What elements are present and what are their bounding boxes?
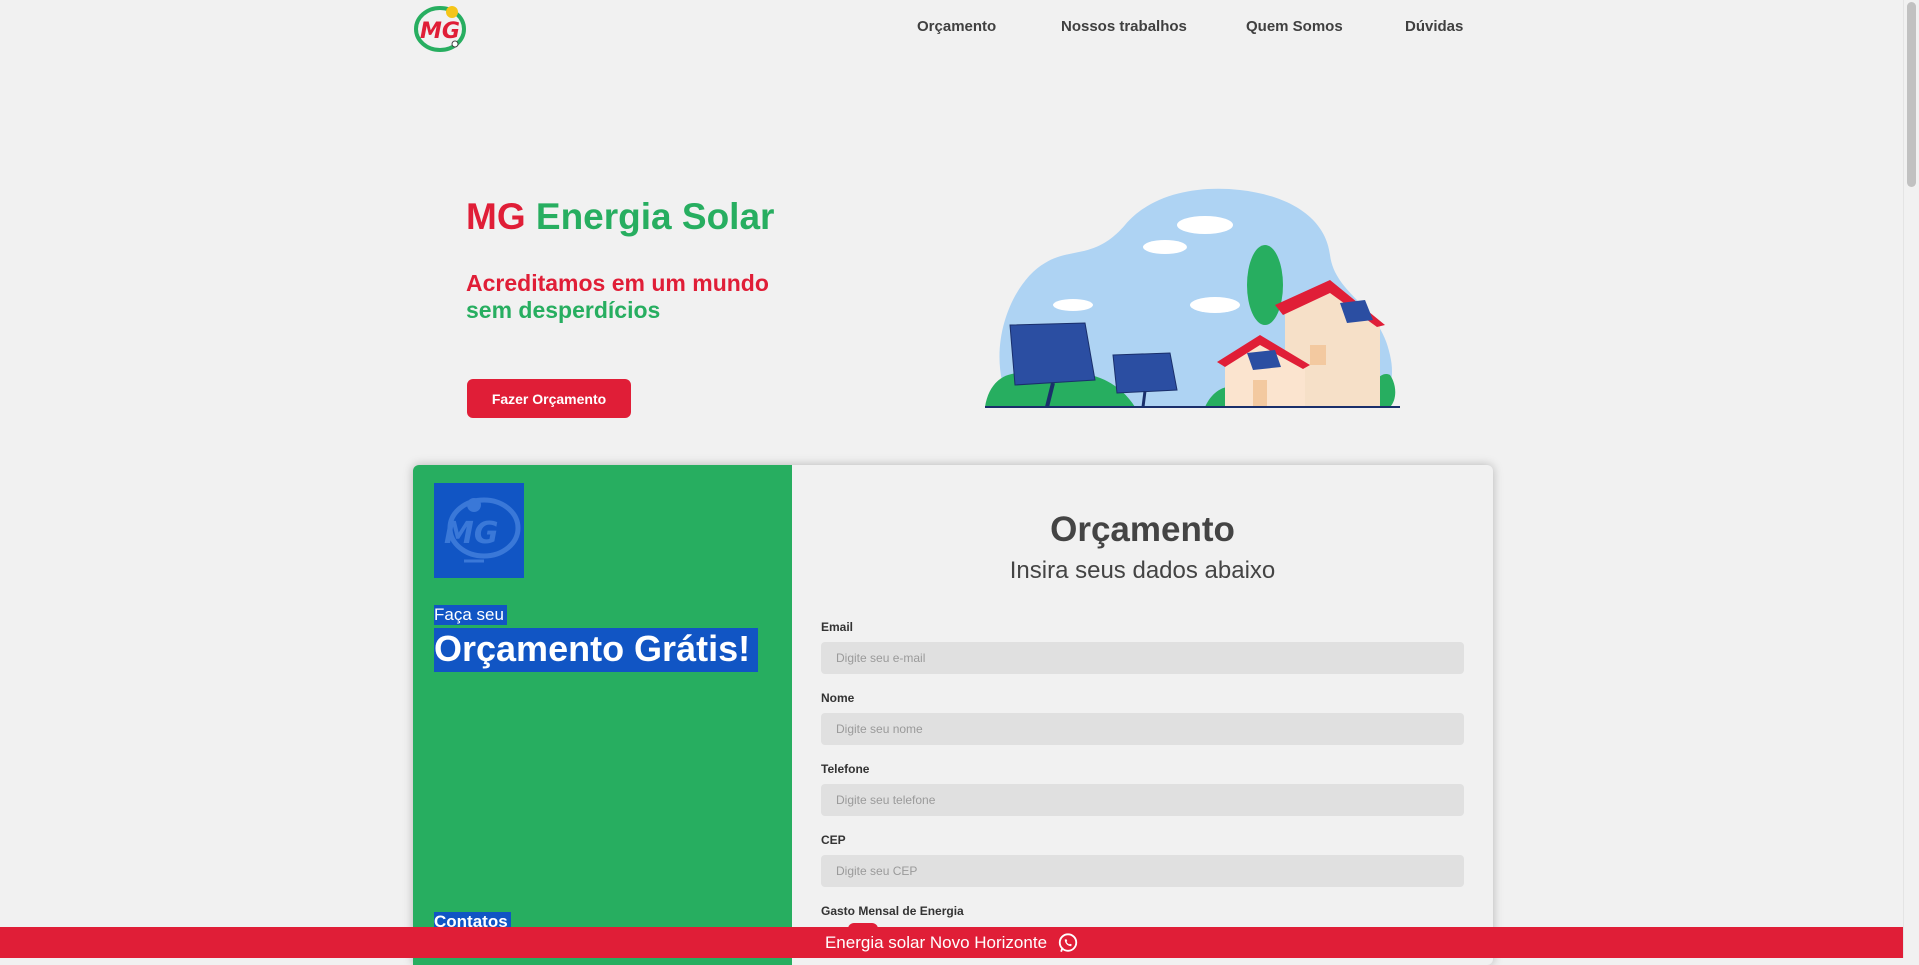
nav-quem-somos[interactable]: Quem Somos xyxy=(1246,18,1343,35)
whatsapp-icon xyxy=(1058,932,1078,952)
whatsapp-bar-text: Energia solar Novo Horizonte xyxy=(824,932,1048,952)
hero-subtitle-line1: Acreditamos em um mundo xyxy=(466,270,769,296)
page-scrollbar[interactable] xyxy=(1903,0,1919,958)
svg-text:MG: MG xyxy=(444,516,498,551)
hero-title-brand: MG xyxy=(466,196,526,237)
nav-duvidas[interactable]: Dúvidas xyxy=(1405,18,1463,35)
form-subtitle: Insira seus dados abaixo xyxy=(1009,557,1276,584)
nav-nossos-trabalhos[interactable]: Nossos trabalhos xyxy=(1061,18,1187,35)
email-input[interactable] xyxy=(821,642,1464,674)
telefone-label: Telefone xyxy=(821,762,870,776)
nome-input[interactable] xyxy=(821,713,1464,745)
nome-label: Nome xyxy=(821,691,855,705)
gasto-mensal-label: Gasto Mensal de Energia xyxy=(821,904,964,918)
quote-card: MG Faça seu Orçamento Grátis! Contatos O… xyxy=(413,465,1493,965)
cep-input[interactable] xyxy=(821,855,1464,887)
whatsapp-bar[interactable]: Energia solar Novo Horizonte xyxy=(0,927,1904,958)
solar-house-illustration xyxy=(985,188,1400,408)
form-title: Orçamento xyxy=(1050,510,1235,549)
quote-side-panel: MG Faça seu Orçamento Grátis! Contatos xyxy=(413,465,792,965)
hero-subtitle: Acreditamos em um mundo sem desperdícios xyxy=(466,270,769,324)
orcamento-gratis-heading: Orçamento Grátis! xyxy=(434,628,759,672)
hero-subtitle-line2: sem desperdícios xyxy=(466,297,661,323)
email-label: Email xyxy=(821,620,854,634)
telefone-input[interactable] xyxy=(821,784,1464,816)
hero-title-rest: Energia Solar xyxy=(535,196,775,237)
fazer-orcamento-button[interactable]: Fazer Orçamento xyxy=(467,379,631,418)
faca-seu-text: Faça seu xyxy=(434,605,507,625)
scrollbar-thumb[interactable] xyxy=(1907,2,1916,187)
mg-badge-logo: MG xyxy=(434,483,524,578)
nav-orcamento[interactable]: Orçamento xyxy=(917,18,996,35)
cep-label: CEP xyxy=(821,833,846,847)
hero-title: MG Energia Solar xyxy=(466,196,774,238)
main-nav: Orçamento Nossos trabalhos Quem Somos Dú… xyxy=(0,18,1919,38)
